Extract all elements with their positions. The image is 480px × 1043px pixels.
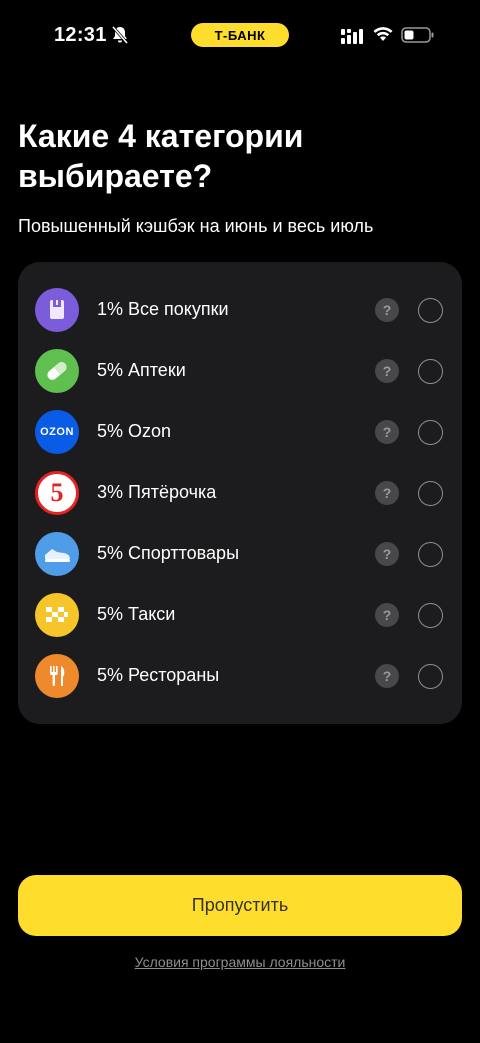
fork-knife-icon: [35, 654, 79, 698]
battery-icon: [401, 27, 434, 43]
select-radio[interactable]: [418, 664, 443, 689]
ozon-logo-icon: OZON: [35, 410, 79, 454]
sneaker-icon: [35, 532, 79, 576]
select-radio[interactable]: [418, 359, 443, 384]
category-row-pharmacies[interactable]: 5% Аптеки ?: [18, 341, 462, 402]
select-radio[interactable]: [418, 481, 443, 506]
bell-mute-icon: [111, 26, 129, 44]
ozon-logo-text: OZON: [40, 426, 74, 438]
help-icon[interactable]: ?: [375, 481, 399, 505]
category-label: 1% Все покупки: [97, 299, 229, 319]
category-row-pyaterochka[interactable]: 5 3% Пятёрочка ?: [18, 463, 462, 524]
page-subtitle: Повышенный кэшбэк на июнь и весь июль: [18, 216, 374, 236]
category-row-ozon[interactable]: OZON 5% Ozon ?: [18, 402, 462, 463]
select-radio[interactable]: [418, 298, 443, 323]
category-row-restaurants[interactable]: 5% Рестораны ?: [18, 646, 462, 707]
title-line-2: выбираете?: [18, 158, 213, 194]
taxi-checker-icon: [35, 593, 79, 637]
cashback-category-screen: 12:31 Т-БАНК Какие 4 категории выбираете…: [0, 0, 480, 1043]
category-label: 5% Аптеки: [97, 360, 186, 380]
help-icon[interactable]: ?: [375, 420, 399, 444]
pyaterochka-logo-text: 5: [50, 478, 64, 507]
status-bar: 12:31 Т-БАНК: [0, 0, 480, 70]
category-label: 5% Ozon: [97, 421, 172, 441]
category-label: 5% Спорттовары: [97, 543, 240, 563]
category-label: 3% Пятёрочка: [97, 482, 217, 502]
signal-icon: [341, 29, 363, 44]
help-icon[interactable]: ?: [375, 359, 399, 383]
category-label: 5% Рестораны: [97, 665, 220, 685]
pill-icon: [35, 349, 79, 393]
page-title: Какие 4 категории выбираете?: [18, 116, 458, 196]
loyalty-terms-link[interactable]: Условия программы лояльности: [0, 954, 480, 970]
status-time: 12:31: [54, 24, 107, 46]
help-icon[interactable]: ?: [375, 664, 399, 688]
skip-button[interactable]: Пропустить: [18, 875, 462, 936]
category-label: 5% Такси: [97, 604, 176, 624]
title-line-1: Какие 4 категории: [18, 118, 304, 154]
bank-badge: Т-БАНК: [191, 23, 289, 47]
pyaterochka-logo-icon: 5: [35, 471, 79, 515]
category-row-all-purchases[interactable]: 1% Все покупки ?: [18, 280, 462, 341]
wifi-icon: [373, 27, 393, 41]
category-row-taxi[interactable]: 5% Такси ?: [18, 585, 462, 646]
select-radio[interactable]: [418, 542, 443, 567]
help-icon[interactable]: ?: [375, 542, 399, 566]
select-radio[interactable]: [418, 603, 443, 628]
select-radio[interactable]: [418, 420, 443, 445]
shopping-bag-icon: [35, 288, 79, 332]
help-icon[interactable]: ?: [375, 298, 399, 322]
help-icon[interactable]: ?: [375, 603, 399, 627]
category-list: 1% Все покупки ? 5% Аптеки ? OZON 5% Ozo…: [18, 262, 462, 724]
category-row-sport[interactable]: 5% Спорттовары ?: [18, 524, 462, 585]
